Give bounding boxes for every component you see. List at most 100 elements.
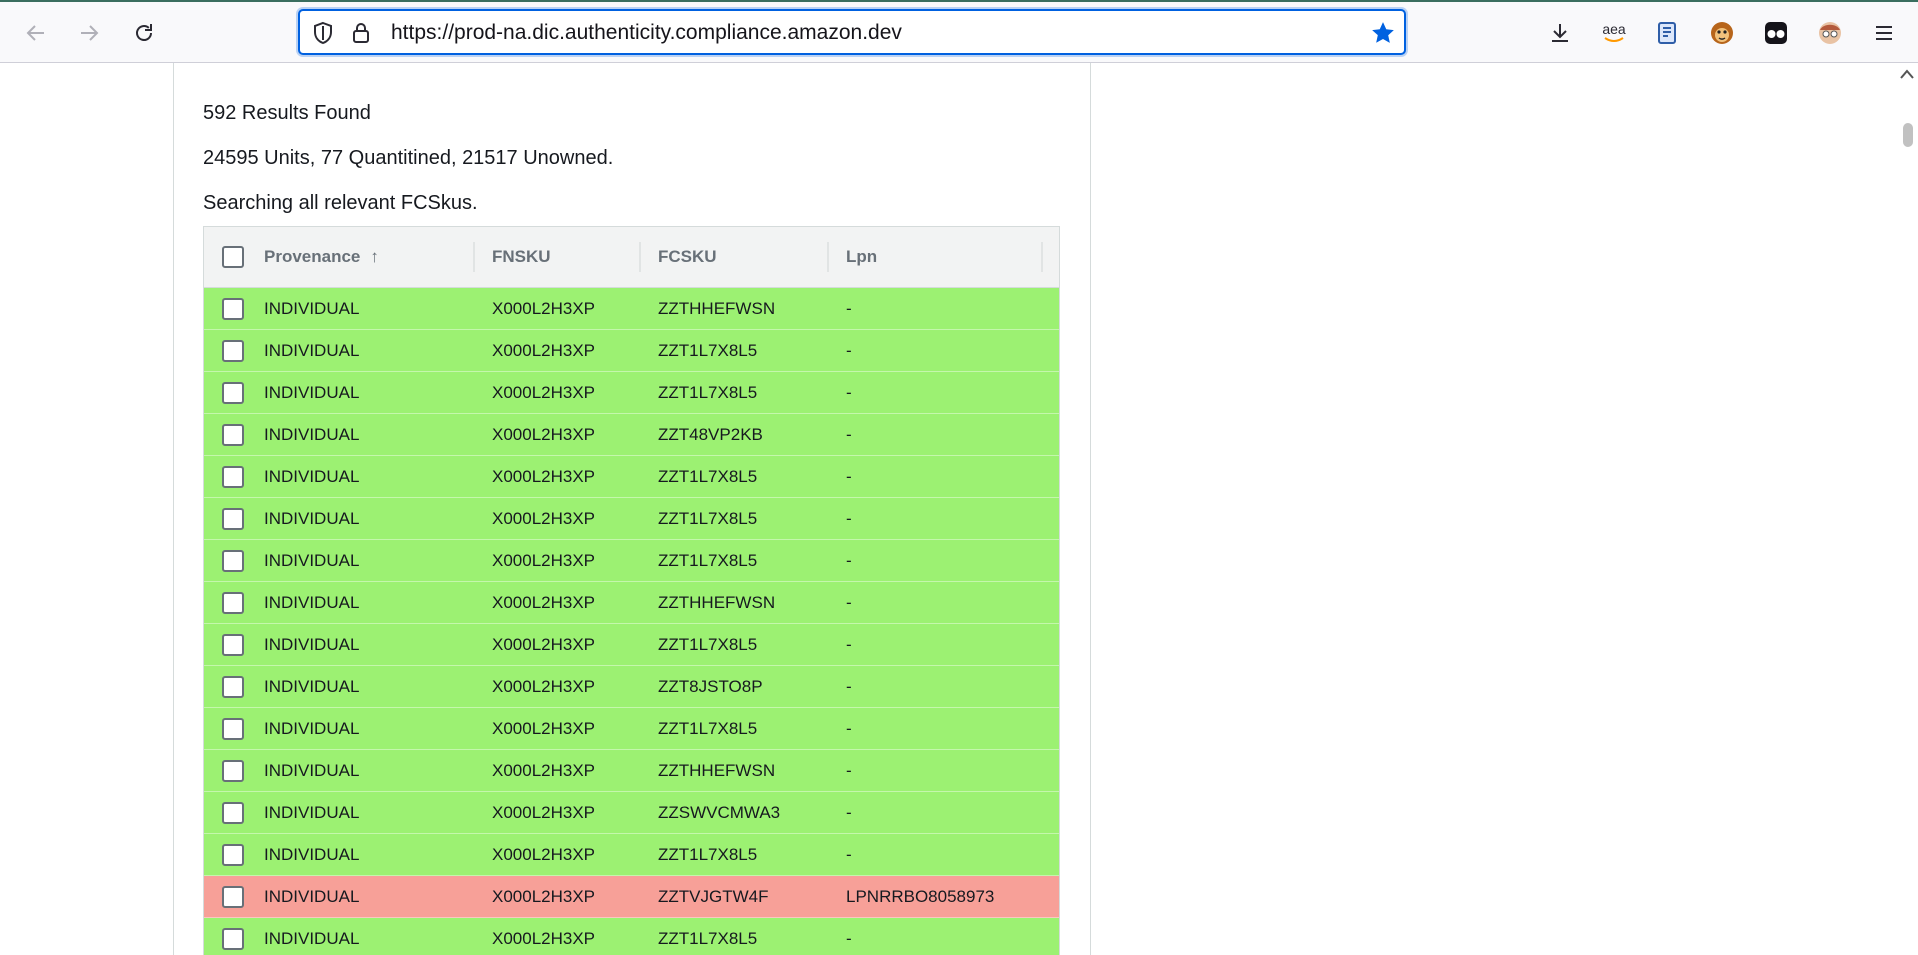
- reload-button[interactable]: [122, 13, 166, 53]
- cell-fcsku: ZZTHHEFWSN: [658, 761, 776, 780]
- downloads-button[interactable]: [1538, 13, 1582, 53]
- url-text[interactable]: https://prod-na.dic.authenticity.complia…: [391, 21, 902, 45]
- table-row[interactable]: INDIVIDUAL X000L2H3XP ZZT1L7X8L5 -: [204, 456, 1059, 498]
- cell-fnsku: X000L2H3XP: [492, 467, 596, 486]
- tracking-protection-shield-icon[interactable]: [310, 20, 336, 46]
- browser-toolbar: https://prod-na.dic.authenticity.complia…: [0, 0, 1918, 63]
- cell-fnsku: X000L2H3XP: [492, 929, 596, 948]
- window-top-edge: [0, 0, 1918, 2]
- bookmark-star-icon[interactable]: [1370, 20, 1396, 46]
- reader-button[interactable]: [1645, 13, 1689, 53]
- cell-fnsku: X000L2H3XP: [492, 425, 596, 444]
- row-select-checkbox[interactable]: [222, 466, 244, 488]
- face-extension-button[interactable]: [1808, 13, 1852, 53]
- cell-fnsku: X000L2H3XP: [492, 719, 596, 738]
- cell-provenance: INDIVIDUAL: [264, 593, 360, 612]
- address-bar[interactable]: https://prod-na.dic.authenticity.complia…: [298, 9, 1406, 55]
- cell-provenance: INDIVIDUAL: [264, 341, 360, 360]
- column-header-fcsku[interactable]: FCSKU: [658, 227, 717, 287]
- cell-provenance: INDIVIDUAL: [264, 761, 360, 780]
- table-row[interactable]: INDIVIDUAL X000L2H3XP ZZT1L7X8L5 -: [204, 540, 1059, 582]
- table-row[interactable]: INDIVIDUAL X000L2H3XP ZZTHHEFWSN -: [204, 288, 1059, 330]
- column-resize-handle[interactable]: [473, 242, 475, 272]
- scrollbar-thumb[interactable]: [1903, 123, 1913, 147]
- table-row[interactable]: INDIVIDUAL X000L2H3XP ZZT1L7X8L5 -: [204, 330, 1059, 372]
- monkey-extension-icon: [1711, 22, 1733, 44]
- row-select-checkbox[interactable]: [222, 340, 244, 362]
- row-select-checkbox[interactable]: [222, 760, 244, 782]
- table-row[interactable]: INDIVIDUAL X000L2H3XP ZZT8JSTO8P -: [204, 666, 1059, 708]
- amazon-assistant-button[interactable]: aea: [1592, 13, 1636, 53]
- back-button[interactable]: [14, 13, 58, 53]
- glasses-extension-button[interactable]: [1754, 13, 1798, 53]
- forward-button[interactable]: [67, 13, 111, 53]
- table-row[interactable]: INDIVIDUAL X000L2H3XP ZZT48VP2KB -: [204, 414, 1059, 456]
- cell-provenance: INDIVIDUAL: [264, 425, 360, 444]
- face-extension-icon: [1819, 22, 1841, 44]
- row-select-checkbox[interactable]: [222, 802, 244, 824]
- row-select-checkbox[interactable]: [222, 550, 244, 572]
- table-row[interactable]: INDIVIDUAL X000L2H3XP ZZTHHEFWSN -: [204, 750, 1059, 792]
- cell-fcsku: ZZT1L7X8L5: [658, 845, 758, 864]
- cell-fnsku: X000L2H3XP: [492, 551, 596, 570]
- table-row[interactable]: INDIVIDUAL X000L2H3XP ZZT1L7X8L5 -: [204, 918, 1059, 955]
- cell-lpn: -: [846, 509, 852, 528]
- cell-fcsku: ZZT1L7X8L5: [658, 929, 758, 948]
- cell-provenance: INDIVIDUAL: [264, 677, 360, 696]
- hamburger-menu-icon: [1876, 26, 1892, 40]
- cell-fcsku: ZZT1L7X8L5: [658, 341, 758, 360]
- cell-fnsku: X000L2H3XP: [492, 509, 596, 528]
- cell-fnsku: X000L2H3XP: [492, 677, 596, 696]
- row-select-checkbox[interactable]: [222, 718, 244, 740]
- cell-fnsku: X000L2H3XP: [492, 635, 596, 654]
- table-row[interactable]: INDIVIDUAL X000L2H3XP ZZT1L7X8L5 -: [204, 498, 1059, 540]
- cell-fnsku: X000L2H3XP: [492, 299, 596, 318]
- cell-fnsku: X000L2H3XP: [492, 887, 596, 906]
- row-select-checkbox[interactable]: [222, 928, 244, 950]
- app-menu-button[interactable]: [1862, 13, 1906, 53]
- cell-fnsku: X000L2H3XP: [492, 845, 596, 864]
- row-select-checkbox[interactable]: [222, 676, 244, 698]
- row-select-checkbox[interactable]: [222, 508, 244, 530]
- column-resize-handle[interactable]: [827, 242, 829, 272]
- table-row[interactable]: INDIVIDUAL X000L2H3XP ZZTHHEFWSN -: [204, 582, 1059, 624]
- column-header-provenance[interactable]: Provenance ↑: [264, 227, 379, 287]
- column-header-lpn[interactable]: Lpn: [846, 227, 877, 287]
- lock-icon[interactable]: [348, 20, 374, 46]
- select-all-checkbox[interactable]: [222, 246, 244, 268]
- row-select-checkbox[interactable]: [222, 886, 244, 908]
- row-select-checkbox[interactable]: [222, 592, 244, 614]
- cell-lpn: -: [846, 299, 852, 318]
- row-select-checkbox[interactable]: [222, 424, 244, 446]
- cell-provenance: INDIVIDUAL: [264, 383, 360, 402]
- download-icon: [1552, 24, 1568, 42]
- column-label-fcsku: FCSKU: [658, 247, 717, 266]
- cell-lpn: -: [846, 635, 852, 654]
- row-select-checkbox[interactable]: [222, 382, 244, 404]
- column-label-provenance: Provenance: [264, 247, 361, 266]
- monkey-extension-button[interactable]: [1700, 13, 1744, 53]
- cell-provenance: INDIVIDUAL: [264, 719, 360, 738]
- column-resize-handle[interactable]: [1041, 242, 1043, 272]
- table-row[interactable]: INDIVIDUAL X000L2H3XP ZZSWVCMWA3 -: [204, 792, 1059, 834]
- column-resize-handle[interactable]: [639, 242, 641, 272]
- cell-provenance: INDIVIDUAL: [264, 299, 360, 318]
- reader-icon: [1658, 22, 1676, 44]
- table-row[interactable]: INDIVIDUAL X000L2H3XP ZZT1L7X8L5 -: [204, 372, 1059, 414]
- results-table: Provenance ↑ FNSKU FCSKU Lpn INDIVIDUAL X…: [203, 226, 1060, 955]
- cell-fcsku: ZZT1L7X8L5: [658, 383, 758, 402]
- table-row[interactable]: INDIVIDUAL X000L2H3XP ZZT1L7X8L5 -: [204, 624, 1059, 666]
- scroll-up-arrow-icon[interactable]: [1900, 69, 1914, 79]
- row-select-checkbox[interactable]: [222, 844, 244, 866]
- cell-fcsku: ZZT48VP2KB: [658, 425, 763, 444]
- column-label-lpn: Lpn: [846, 247, 878, 266]
- row-select-checkbox[interactable]: [222, 298, 244, 320]
- table-row[interactable]: INDIVIDUAL X000L2H3XP ZZTVJGTW4F LPNRRBO805…: [204, 876, 1059, 918]
- amazon-assistant-label: aea: [1602, 20, 1626, 37]
- column-header-fnsku[interactable]: FNSKU: [492, 227, 551, 287]
- cell-provenance: INDIVIDUAL: [264, 803, 360, 822]
- row-select-checkbox[interactable]: [222, 634, 244, 656]
- table-row[interactable]: INDIVIDUAL X000L2H3XP ZZT1L7X8L5 -: [204, 834, 1059, 876]
- vertical-scrollbar[interactable]: [1896, 63, 1918, 955]
- table-row[interactable]: INDIVIDUAL X000L2H3XP ZZT1L7X8L5 -: [204, 708, 1059, 750]
